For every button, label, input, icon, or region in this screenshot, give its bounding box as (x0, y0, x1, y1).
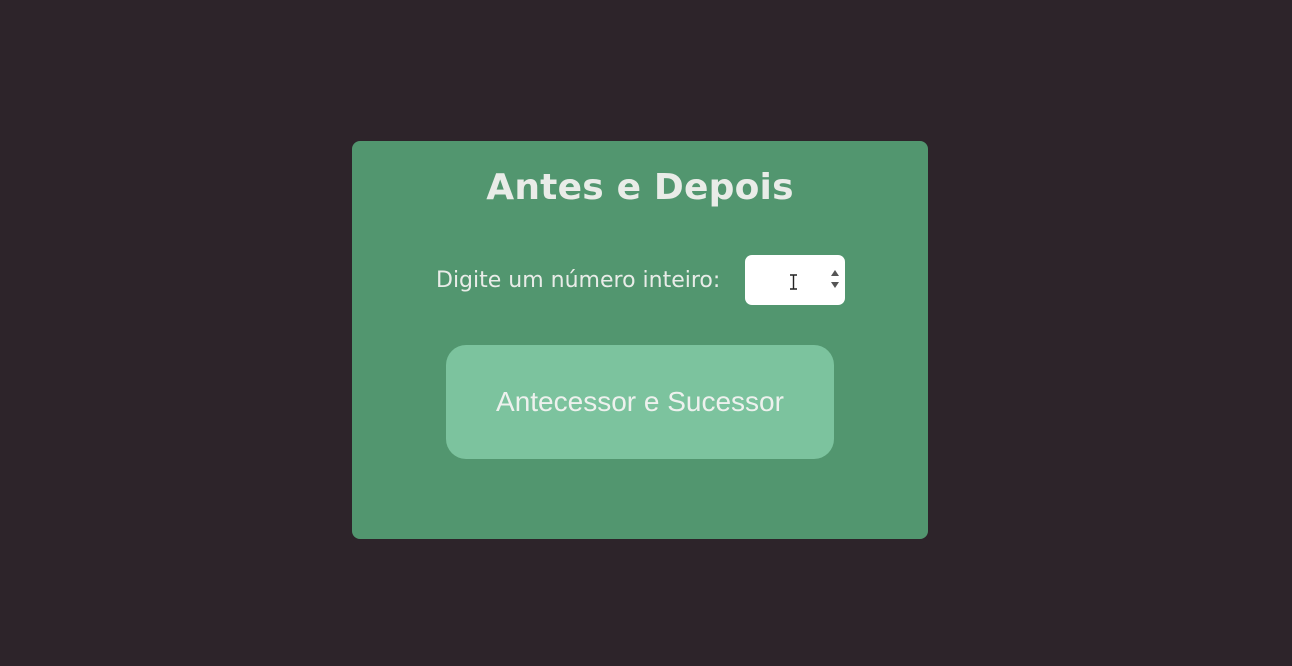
number-input[interactable] (745, 255, 846, 305)
predecessor-successor-button[interactable]: Antecessor e Sucessor (446, 345, 834, 459)
main-card: Antes e Depois Digite um número inteiro:… (352, 141, 928, 539)
text-cursor-icon (790, 274, 798, 290)
page-title: Antes e Depois (486, 167, 794, 208)
number-field-row: Digite um número inteiro: (436, 255, 846, 305)
number-input-label: Digite um número inteiro: (436, 267, 721, 293)
spinner-arrows-icon[interactable] (830, 267, 840, 291)
